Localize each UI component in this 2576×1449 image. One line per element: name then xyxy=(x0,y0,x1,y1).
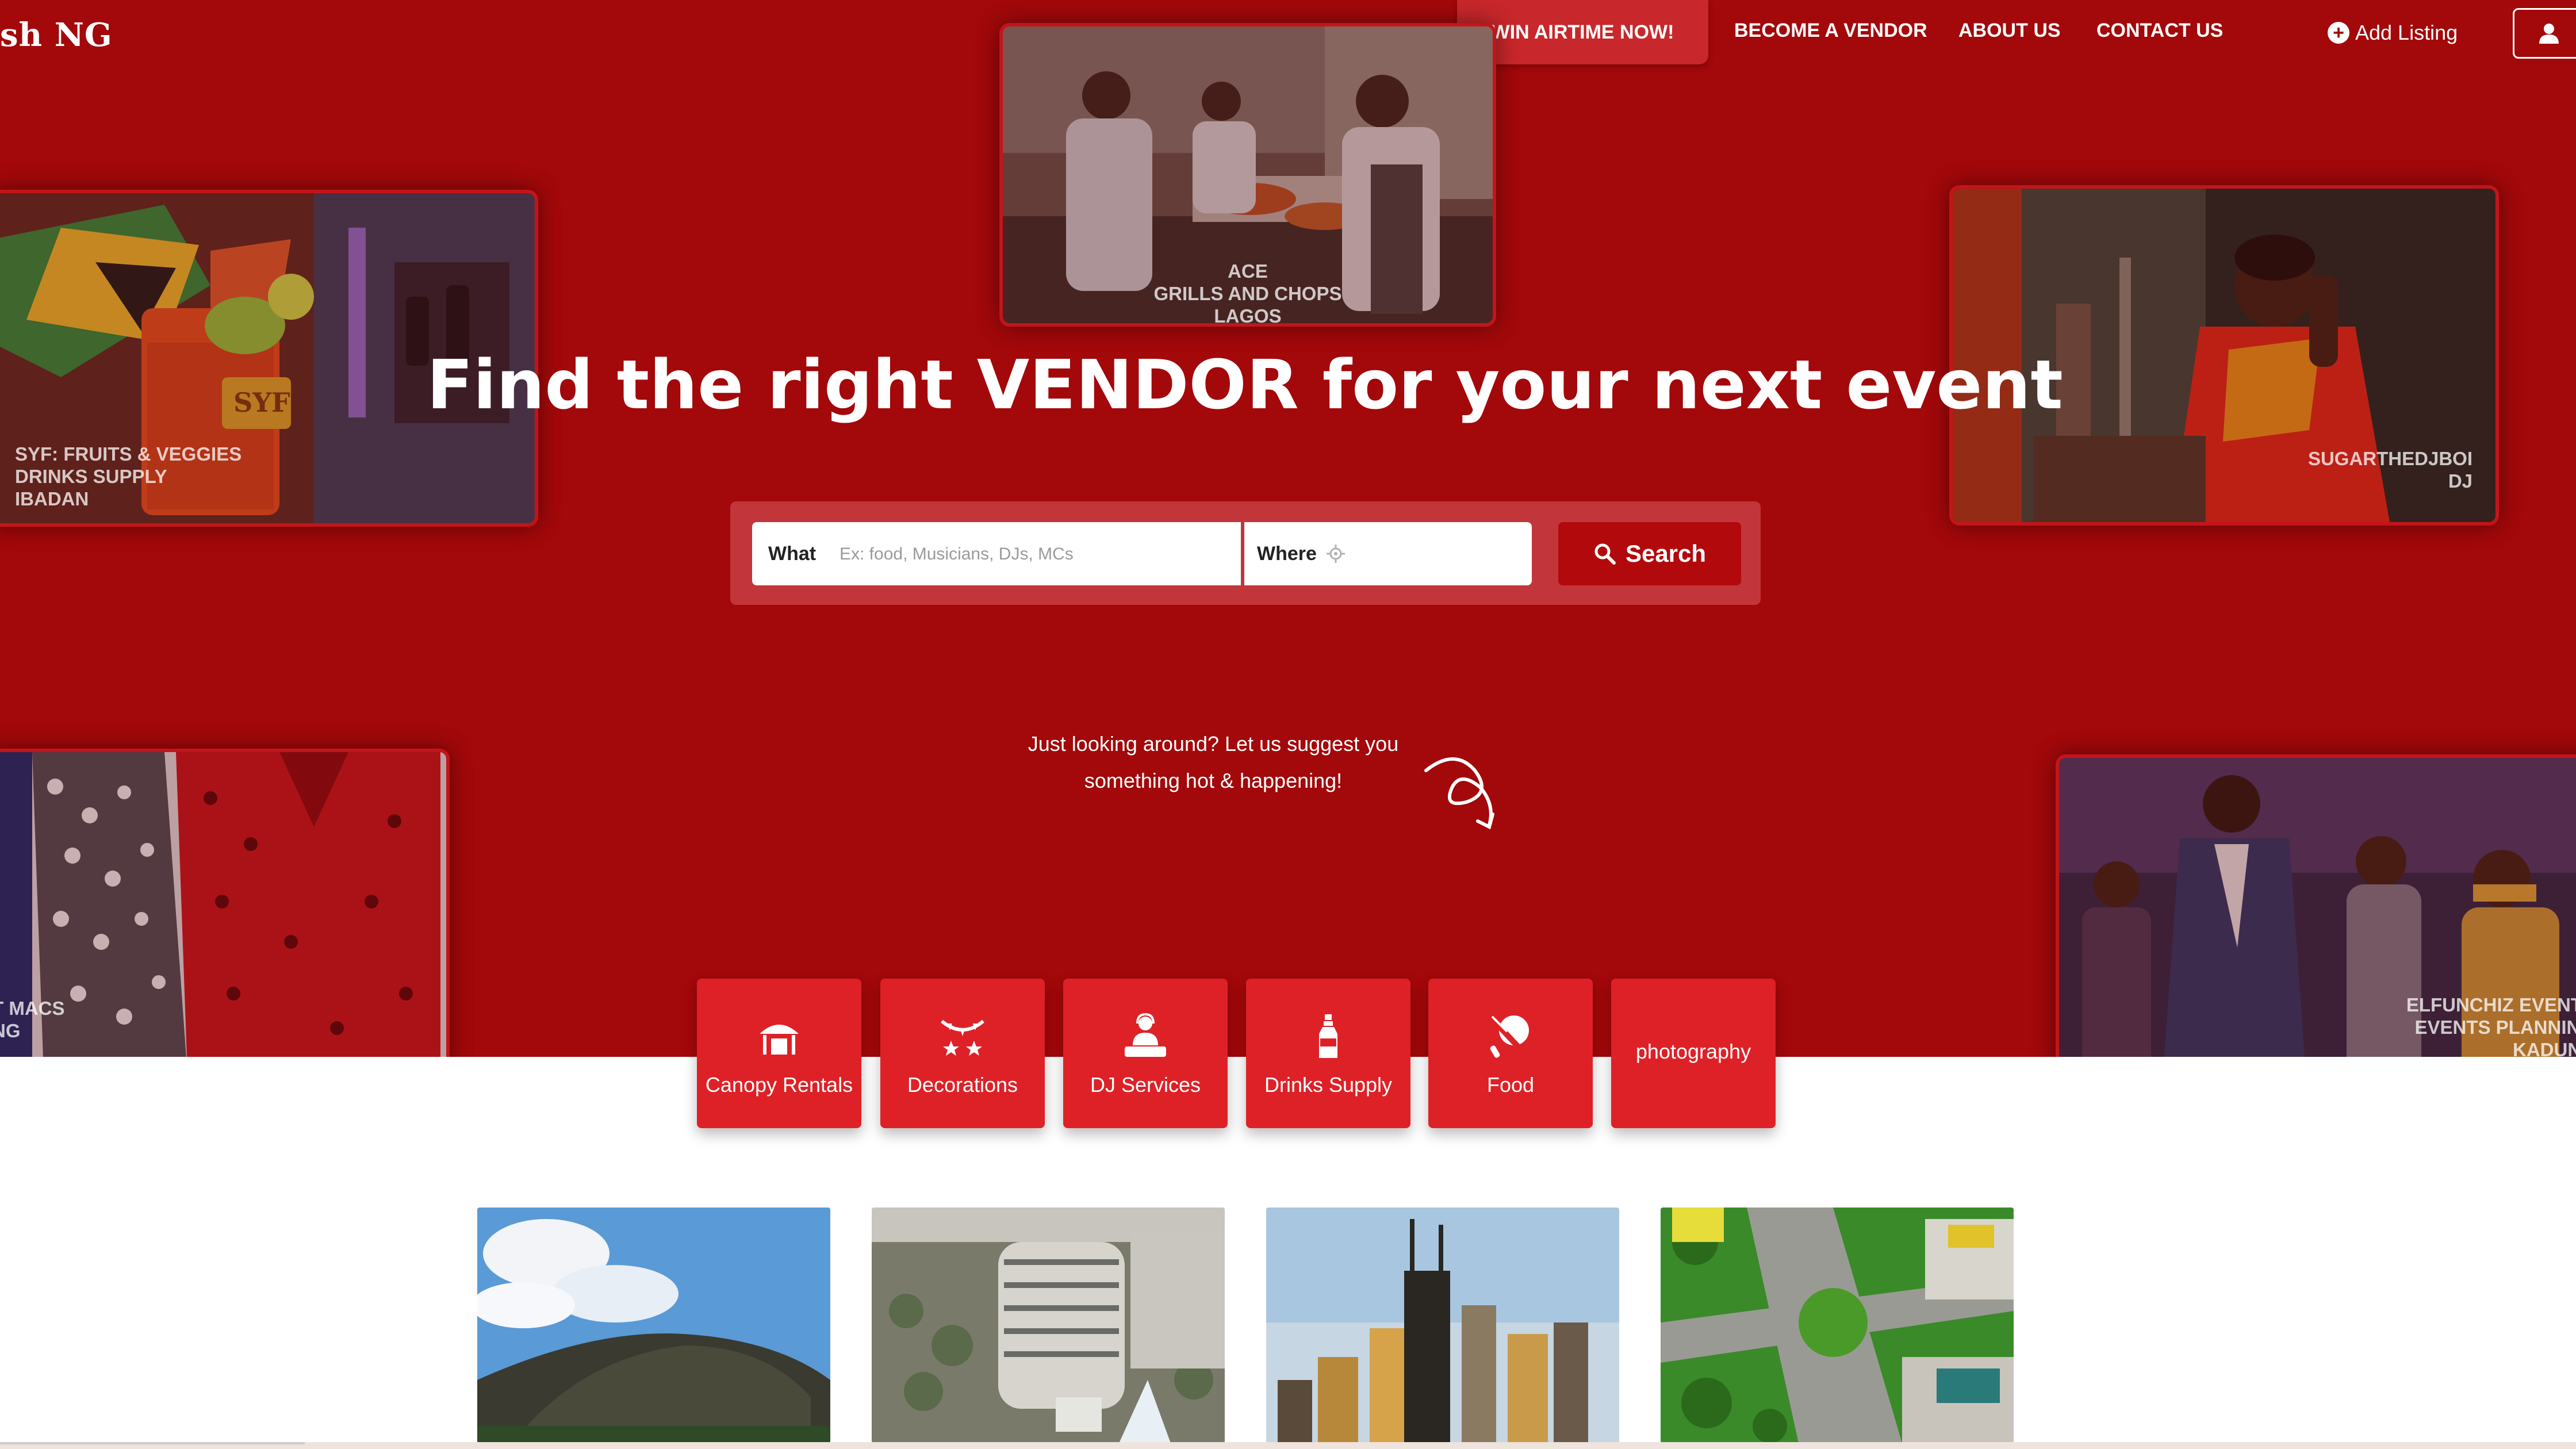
search-button-label: Search xyxy=(1625,540,1707,567)
category-food[interactable]: Food xyxy=(1428,979,1593,1128)
card-category: DJ xyxy=(2448,470,2472,492)
card-location: NG xyxy=(0,1020,21,1041)
category-photography[interactable]: photography xyxy=(1611,979,1776,1128)
dj-icon xyxy=(1125,1013,1166,1057)
vendor-card-elfunchiz-events[interactable]: ELFUNCHIZ EVENTS EVENTS PLANNING KADUNA xyxy=(2056,754,2576,1057)
vendor-card-ace-grills[interactable]: ACE GRILLS AND CHOPS LAGOS xyxy=(999,23,1496,327)
city-photo-aerial xyxy=(1661,1208,2014,1443)
curly-arrow-icon xyxy=(1424,757,1494,830)
category-label: Drinks Supply xyxy=(1264,1073,1393,1097)
suggestion-line-1: Just looking around? Let us suggest you xyxy=(1028,732,1399,756)
user-account-button[interactable] xyxy=(2513,8,2576,59)
city-photo-fountain xyxy=(872,1208,1225,1443)
city-card-mountain[interactable] xyxy=(477,1208,830,1443)
user-icon xyxy=(2539,24,2559,44)
what-field: What xyxy=(752,522,1241,585)
plus-circle-icon: + xyxy=(2328,22,2349,44)
what-input[interactable] xyxy=(838,539,1232,569)
category-decorations[interactable]: Decorations xyxy=(880,979,1045,1128)
card-name: ELFUNCHIZ EVENTS xyxy=(2406,994,2576,1015)
card-category: EVENTS PLANNING xyxy=(2414,1017,2576,1038)
search-icon xyxy=(1594,543,1616,565)
card-category: DRINKS SUPPLY xyxy=(15,466,167,487)
vendor-card-t-macs[interactable]: T MACS NG xyxy=(0,749,450,1057)
category-dj-services[interactable]: DJ Services xyxy=(1063,979,1228,1128)
where-label: Where xyxy=(1257,543,1317,565)
page-bottom-strip xyxy=(0,1442,2576,1449)
hero-headline: Find the right VENDOR for your next even… xyxy=(427,345,2063,424)
vendor-photo-fashion xyxy=(0,752,446,1057)
card-name: T MACS xyxy=(0,998,65,1019)
locate-icon[interactable] xyxy=(1326,544,1346,564)
decoration-icon xyxy=(941,1019,984,1056)
category-label: Decorations xyxy=(907,1073,1018,1097)
category-label: Food xyxy=(1486,1073,1535,1097)
suggestion-text: Just looking around? Let us suggest you … xyxy=(977,726,1449,799)
hero-section: sh NG HOME DASHBOARD EXPLORE WIN AIRTIME… xyxy=(0,0,2576,1057)
site-logo[interactable]: sh NG xyxy=(0,16,113,54)
card-name: ACE xyxy=(1228,260,1268,282)
city-card-fountain[interactable] xyxy=(872,1208,1225,1443)
card-name: SYF: FRUITS & VEGGIES xyxy=(15,443,242,465)
nav-contact[interactable]: CONTACT US xyxy=(2096,20,2223,42)
category-label: Canopy Rentals xyxy=(705,1073,853,1097)
category-label: DJ Services xyxy=(1090,1073,1201,1097)
category-drinks-supply[interactable]: Drinks Supply xyxy=(1246,979,1410,1128)
city-card-roundabout[interactable] xyxy=(1661,1208,2014,1443)
suggestion-line-2: something hot & happening! xyxy=(1084,769,1343,792)
search-bar: What Where Search xyxy=(730,501,1761,605)
card-name: SUGARTHEDJBOI xyxy=(2307,448,2472,469)
food-icon xyxy=(1489,1015,1530,1059)
where-input[interactable] xyxy=(1354,539,1523,569)
category-canopy-rentals[interactable]: Canopy Rentals xyxy=(697,979,861,1128)
category-label: photography xyxy=(1635,1040,1751,1063)
city-photo-rock xyxy=(477,1208,830,1443)
nav-about[interactable]: ABOUT US xyxy=(1958,20,2061,42)
city-photo-skyline xyxy=(1266,1208,1619,1443)
card-location: LAGOS xyxy=(1214,305,1282,327)
add-listing-link[interactable]: + Add Listing xyxy=(2328,21,2458,45)
horizontal-scrollbar[interactable] xyxy=(0,1442,305,1444)
nav-become-vendor[interactable]: BECOME A VENDOR xyxy=(1734,20,1927,42)
card-category: GRILLS AND CHOPS xyxy=(1153,283,1342,304)
what-label: What xyxy=(768,543,816,565)
canopy-icon xyxy=(760,1025,799,1055)
bottle-icon xyxy=(1319,1014,1337,1058)
city-card-skyline[interactable] xyxy=(1266,1208,1619,1443)
search-button[interactable]: Search xyxy=(1558,522,1741,585)
add-listing-label: Add Listing xyxy=(2355,21,2458,44)
where-field: Where xyxy=(1244,522,1532,585)
card-location: KADUNA xyxy=(2513,1039,2576,1057)
card-location: IBADAN xyxy=(15,488,89,509)
